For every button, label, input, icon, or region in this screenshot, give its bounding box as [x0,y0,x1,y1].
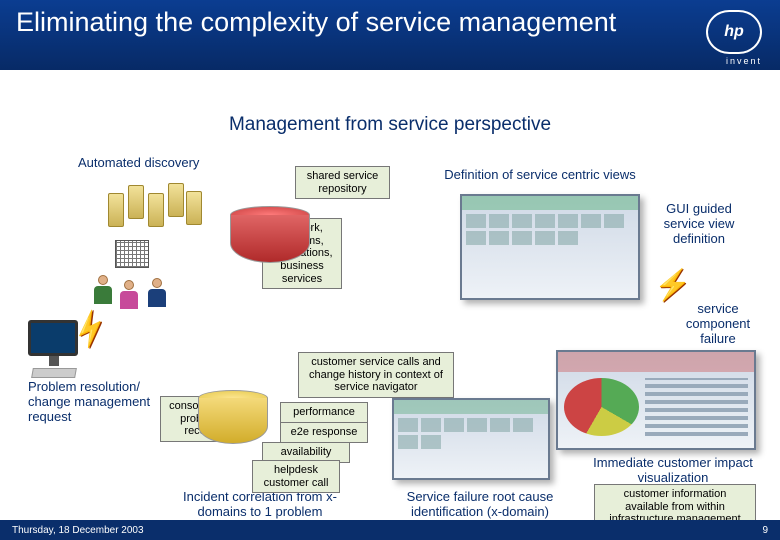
performance-box: performance [280,402,368,423]
service-failure-label: service component failure [672,302,764,347]
root-cause-label: Service failure root cause identificatio… [380,490,580,520]
footer-date: Thursday, 18 December 2003 [12,525,144,536]
repository-cylinder-icon [230,206,310,263]
navigator-screenshot [392,398,550,480]
hp-tagline: invent [726,56,762,66]
subtitle: Management from service perspective [0,114,780,136]
footer-page: 9 [762,525,768,536]
gui-guided-label: GUI guided service view definition [650,202,748,247]
service-view-screenshot [460,194,640,300]
title-bar: Eliminating the complexity of service ma… [0,0,780,70]
page-title: Eliminating the complexity of service ma… [16,8,764,38]
problem-resolution-label: Problem resolution/ change management re… [28,380,158,425]
person-icon [146,278,168,308]
definition-views-label: Definition of service centric views [410,168,670,183]
helpdesk-box: helpdesk customer call [252,460,340,493]
spreadsheet-grid-icon [115,240,149,268]
hp-logo-icon: hp [706,10,762,54]
e2e-box: e2e response [280,422,368,443]
footer: Thursday, 18 December 2003 9 [0,520,780,540]
automated-discovery-label: Automated discovery [78,156,199,171]
shared-repo-box: shared service repository [295,166,390,199]
person-icon [118,280,140,310]
immediate-impact-label: Immediate customer impact visualization [588,456,758,486]
calls-box: customer service calls and change histor… [298,352,454,398]
incident-correlation-label: Incident correlation from x-domains to 1… [160,490,360,520]
lightning-bolt-icon: ⚡ [654,268,691,303]
person-icon [92,275,114,305]
impact-visualization-screenshot [556,350,756,450]
servers-cluster-icon [108,183,198,233]
problem-record-cylinder-icon [198,390,268,444]
